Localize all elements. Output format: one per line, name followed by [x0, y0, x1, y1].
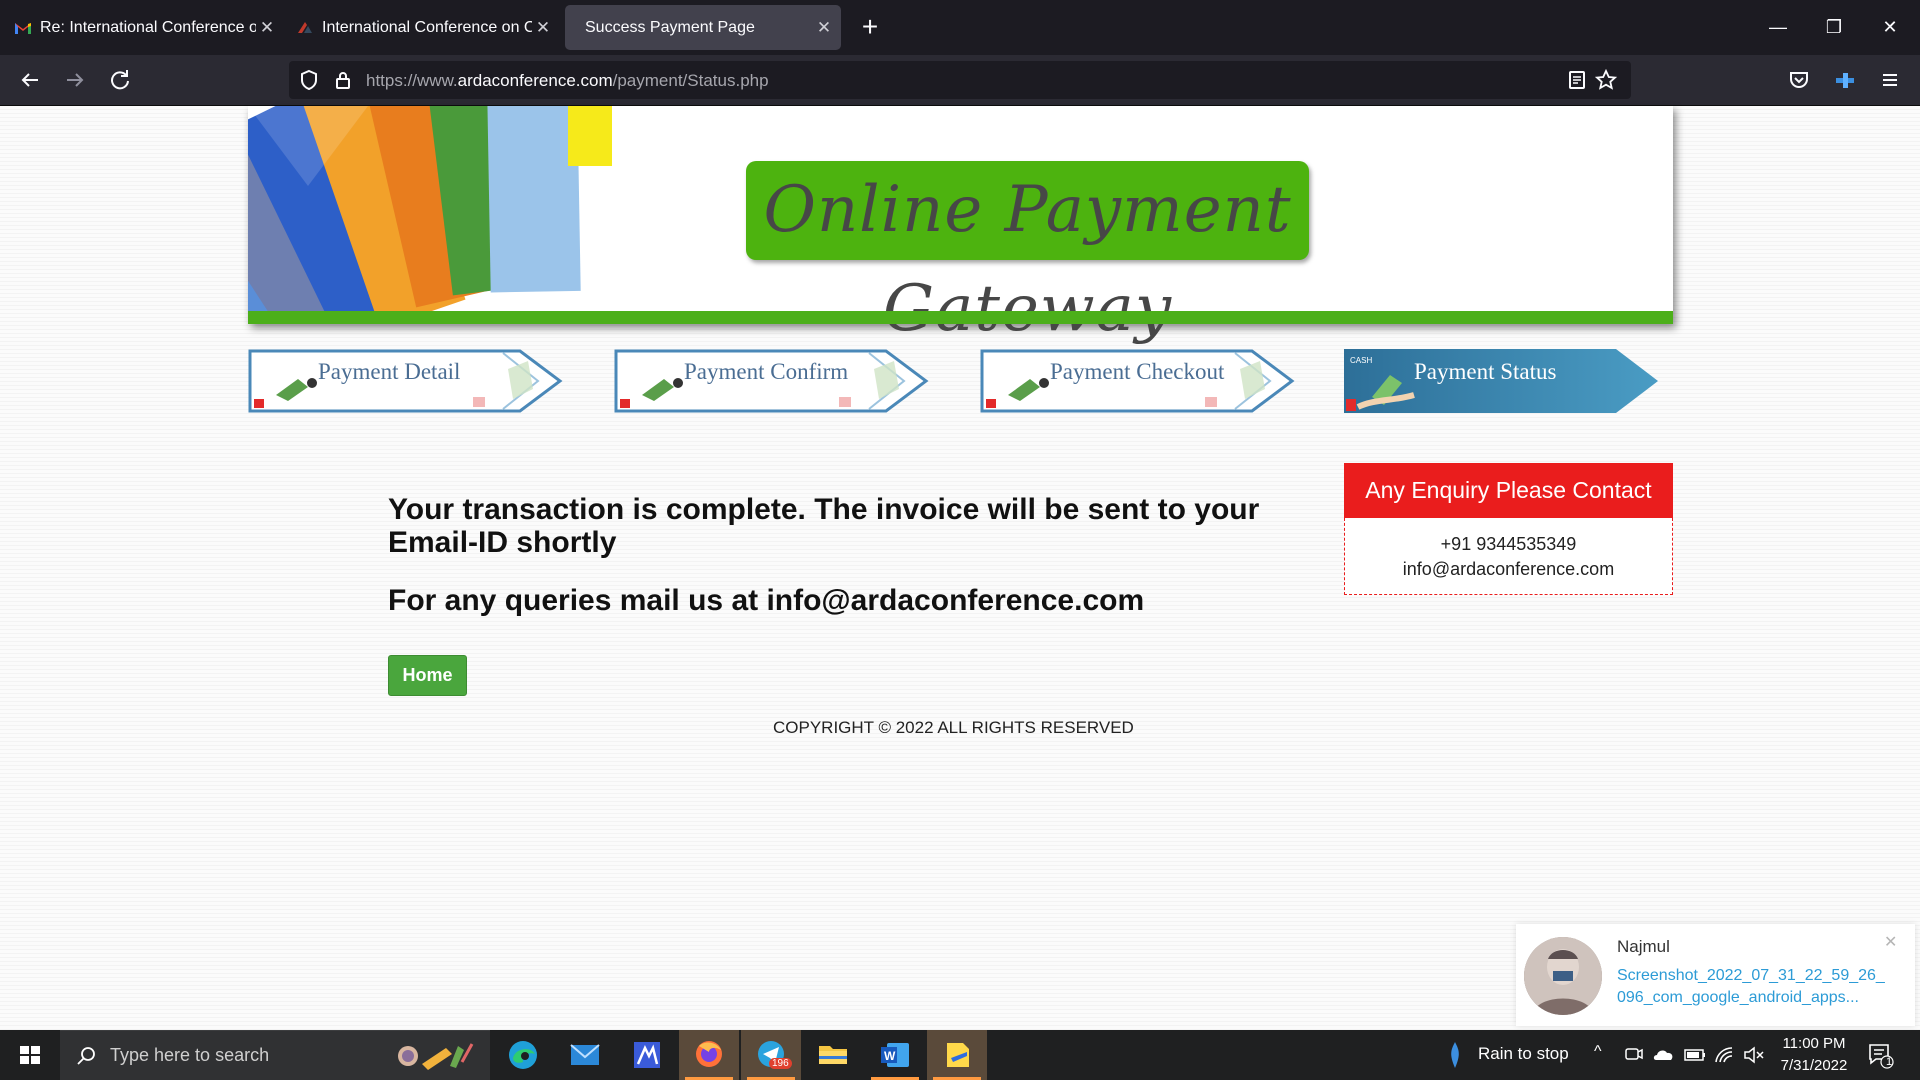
browser-tab-conference[interactable]: International Conference on Co ✕	[282, 5, 554, 50]
url-text[interactable]: https://www.ardaconference.com/payment/S…	[366, 71, 769, 91]
taskbar-telegram[interactable]: 196	[741, 1030, 801, 1080]
forward-icon[interactable]	[59, 64, 91, 96]
pocket-icon[interactable]	[1783, 64, 1815, 96]
cash-label-art: CASH	[1350, 356, 1372, 365]
home-button[interactable]: Home	[388, 655, 467, 696]
step-label: Payment Status	[1414, 359, 1557, 384]
close-tab-icon[interactable]: ✕	[256, 18, 278, 38]
close-notification-icon[interactable]: ✕	[1884, 932, 1897, 952]
weather-text[interactable]: Rain to stop	[1478, 1044, 1569, 1064]
clock-date: 7/31/2022	[1780, 1057, 1848, 1074]
minimize-icon[interactable]: —	[1750, 0, 1806, 55]
volume-muted-icon[interactable]	[1742, 1044, 1766, 1066]
gateway-title-box: Online Payment Gateway	[746, 161, 1309, 346]
header-banner: Online Payment Gateway	[248, 106, 1673, 346]
clock-time: 11:00 PM	[1782, 1035, 1846, 1052]
telegram-icon	[758, 1041, 784, 1067]
folder-icon	[819, 1046, 847, 1064]
extension-icon[interactable]	[1829, 64, 1861, 96]
step-label: Payment Confirm	[684, 359, 849, 384]
notification-file-link[interactable]: Screenshot_2022_07_31_22_59_26_096_com_g…	[1617, 965, 1887, 1009]
action-center-count: 1	[1885, 1056, 1893, 1068]
edge-icon	[509, 1041, 537, 1069]
taskbar-firefox[interactable]	[679, 1030, 739, 1080]
enquiry-box: Any Enquiry Please Contact +91 934453534…	[1344, 463, 1673, 595]
search-placeholder: Type here to search	[110, 1045, 270, 1065]
browser-tab-active[interactable]: Success Payment Page ✕	[565, 5, 841, 50]
query-message: For any queries mail us at info@ardaconf…	[388, 584, 1145, 617]
step-payment-checkout[interactable]: Payment Checkout	[980, 349, 1296, 413]
notes-icon	[947, 1043, 969, 1067]
page-content: Online Payment Gateway Payment Detail Pa…	[0, 106, 1920, 1030]
notification-toast[interactable]: Najmul Screenshot_2022_07_31_22_59_26_09…	[1516, 924, 1915, 1026]
copyright-text: COPYRIGHT © 2022 ALL RIGHTS RESERVED	[773, 718, 1134, 737]
wifi-icon[interactable]	[1713, 1044, 1737, 1066]
back-icon[interactable]	[14, 64, 46, 96]
enquiry-body: +91 9344535349 info@ardaconference.com	[1344, 518, 1673, 595]
tab-title: Success Payment Page	[585, 18, 755, 36]
enquiry-phone: +91 9344535349	[1440, 534, 1577, 554]
new-tab-button[interactable]: +	[853, 10, 887, 44]
word-letter-art: W	[884, 1049, 896, 1063]
step-payment-detail[interactable]: Payment Detail	[248, 349, 564, 413]
app-icon	[634, 1042, 660, 1068]
url-domain: ardaconference.com	[457, 71, 613, 90]
word-icon: W	[881, 1043, 909, 1067]
browser-tab-bar: Re: International Conference on ✕ Intern…	[0, 0, 1920, 55]
taskbar-sticky[interactable]	[927, 1030, 987, 1080]
onedrive-icon[interactable]	[1652, 1044, 1676, 1066]
enquiry-title: Any Enquiry Please Contact	[1344, 463, 1673, 518]
firefox-icon	[696, 1041, 722, 1067]
browser-nav-bar: https://www.ardaconference.com/payment/S…	[0, 55, 1920, 106]
tray-expand-icon[interactable]: ^	[1594, 1043, 1602, 1061]
url-prefix: https://www.	[366, 71, 458, 90]
transaction-message: Your transaction is complete. The invoic…	[388, 493, 1260, 559]
taskbar-edge[interactable]	[493, 1030, 553, 1080]
close-tab-icon[interactable]: ✕	[532, 18, 554, 38]
tab-title: International Conference on Co	[322, 18, 532, 36]
tab-title: Re: International Conference on	[40, 18, 256, 36]
credit-cards-image	[248, 106, 612, 311]
browser-tab-gmail[interactable]: Re: International Conference on ✕	[0, 5, 278, 50]
step-label: Payment Checkout	[1050, 359, 1225, 384]
taskbar-mail[interactable]	[555, 1030, 615, 1080]
taskbar-word[interactable]: W	[865, 1030, 925, 1080]
meet-now-icon[interactable]	[1623, 1044, 1645, 1066]
lock-icon[interactable]	[335, 70, 351, 90]
windows-taskbar: Type here to search 196 W Rain to stop ^…	[0, 1030, 1920, 1080]
windows-start-icon[interactable]	[0, 1030, 60, 1080]
gmail-icon	[15, 22, 31, 34]
telegram-badge: 196	[769, 1058, 792, 1069]
reload-icon[interactable]	[104, 64, 136, 96]
search-icon	[77, 1047, 95, 1065]
close-tab-icon[interactable]: ✕	[813, 18, 835, 38]
bookmark-star-icon[interactable]	[1594, 69, 1618, 91]
arda-logo-icon	[298, 21, 312, 33]
notification-sender: Najmul	[1617, 937, 1670, 956]
enquiry-email[interactable]: info@ardaconference.com	[1345, 557, 1672, 582]
step-payment-status[interactable]: CASH Payment Status	[1344, 349, 1660, 413]
menu-icon[interactable]	[1874, 64, 1906, 96]
taskbar-app-m[interactable]	[617, 1030, 677, 1080]
url-path: /payment/Status.php	[612, 71, 769, 90]
restore-icon[interactable]: ❐	[1806, 0, 1862, 55]
url-bar[interactable]: https://www.ardaconference.com/payment/S…	[289, 61, 1631, 99]
taskbar-clock[interactable]: 11:00 PM 7/31/2022	[1764, 1033, 1864, 1077]
reader-view-icon[interactable]	[1565, 69, 1589, 91]
banner-green-bar	[248, 311, 1673, 324]
taskbar-explorer[interactable]	[803, 1030, 863, 1080]
battery-icon[interactable]	[1683, 1044, 1707, 1066]
mail-icon	[570, 1044, 600, 1065]
search-highlight-art	[398, 1043, 474, 1070]
avatar	[1524, 937, 1602, 1015]
close-window-icon[interactable]: ✕	[1862, 0, 1918, 55]
shield-icon[interactable]	[299, 69, 319, 91]
weather-rain-icon[interactable]	[1443, 1040, 1467, 1070]
step-label: Payment Detail	[318, 359, 461, 384]
person-photo	[1524, 937, 1602, 1015]
step-payment-confirm[interactable]: Payment Confirm	[614, 349, 930, 413]
taskbar-search-box[interactable]: Type here to search	[60, 1030, 490, 1080]
